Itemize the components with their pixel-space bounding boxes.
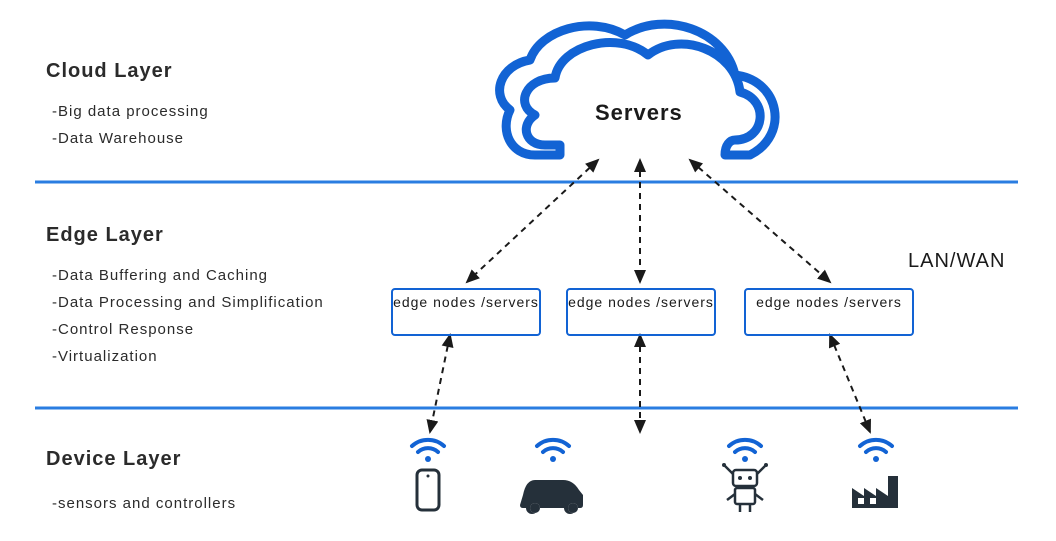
edge-layer-items: -Data Buffering and Caching -Data Proces… [52, 262, 324, 370]
edge-node-label: edge nodes /servers [393, 294, 539, 310]
edge-item: -Control Response [52, 316, 324, 343]
edge-node-box: edge nodes /servers [566, 288, 716, 336]
edge-item: -Data Buffering and Caching [52, 262, 324, 289]
cloud-center-label: Servers [595, 100, 683, 126]
edge-node-box: edge nodes /servers [391, 288, 541, 336]
edge-item: -Data Processing and Simplification [52, 289, 324, 316]
wifi-icon [860, 440, 892, 462]
phone-icon [417, 470, 439, 510]
wifi-icon [537, 440, 569, 462]
cloud-layer-title: Cloud Layer [46, 60, 173, 83]
network-label: LAN/WAN [908, 250, 1005, 273]
edge-node-label: edge nodes /servers [568, 294, 714, 310]
cloud-item: -Big data processing [52, 98, 209, 125]
arrow-edge-device-3 [830, 335, 870, 432]
wifi-icon [412, 440, 444, 462]
device-layer-title: Device Layer [46, 448, 181, 471]
wifi-icon [729, 440, 761, 462]
arrow-edge-device-1 [430, 335, 450, 432]
diagram-stage: Cloud Layer -Big data processing -Data W… [0, 0, 1056, 541]
robot-icon [722, 463, 768, 512]
cloud-layer-items: -Big data processing -Data Warehouse [52, 98, 209, 152]
edge-node-label: edge nodes /servers [756, 294, 902, 310]
edge-layer-title: Edge Layer [46, 224, 164, 247]
cloud-item: -Data Warehouse [52, 125, 209, 152]
edge-node-box: edge nodes /servers [744, 288, 914, 336]
device-item: -sensors and controllers [52, 490, 236, 517]
device-layer-items: -sensors and controllers [52, 490, 236, 517]
car-icon [520, 480, 583, 514]
arrow-cloud-edge-right [690, 160, 830, 282]
cloud-icon [500, 24, 775, 155]
edge-item: -Virtualization [52, 343, 324, 370]
factory-icon [852, 476, 898, 508]
arrow-cloud-edge-left [467, 160, 598, 282]
